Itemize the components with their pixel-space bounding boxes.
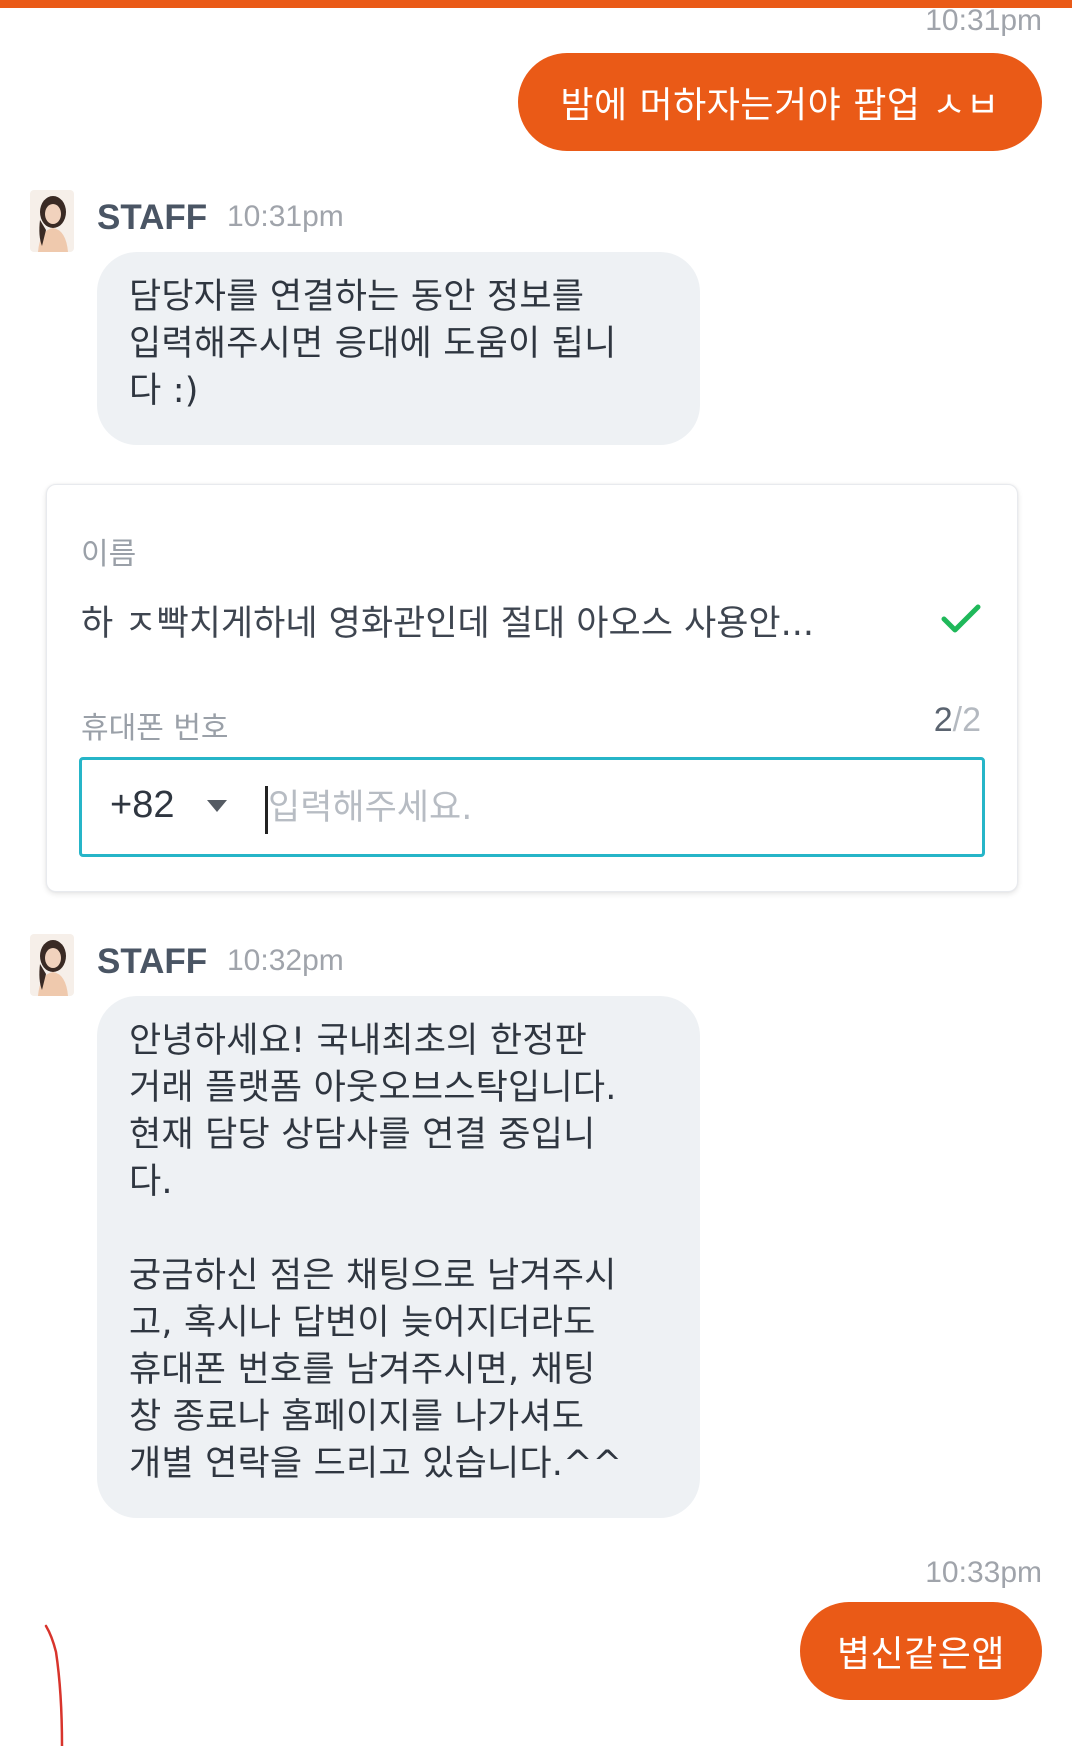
step-separator: /	[952, 701, 963, 739]
step-counter: 2/2	[934, 701, 981, 740]
message-time: 10:33pm	[925, 1556, 1042, 1589]
step-current: 2	[933, 701, 953, 739]
caret-down-icon[interactable]	[206, 798, 228, 817]
name-value[interactable]: 하 ㅈ빡치게하네 영화관인데 절대 아오스 사용안...	[81, 595, 814, 646]
staff-message-bubble: 담당자를 연결하는 동안 정보를 입력해주시면 응대에 도움이 됩니 다 :)	[97, 252, 700, 445]
staff-avatar	[30, 190, 74, 252]
name-label: 이름	[81, 537, 137, 572]
phone-label: 휴대폰 번호	[81, 711, 229, 746]
top-accent-bar	[0, 0, 1072, 8]
sender-name: STAFF	[97, 198, 208, 237]
message-time: 10:32pm	[227, 944, 344, 977]
step-total: 2	[962, 701, 981, 739]
user-message-bubble: 볍신같은앱	[800, 1602, 1042, 1700]
staff-message-bubble: 안녕하세요! 국내최초의 한정판 거래 플랫폼 아웃오브스탁입니다. 현재 담당…	[97, 996, 700, 1518]
country-code-select[interactable]: +82	[110, 784, 174, 827]
message-time: 10:31pm	[925, 4, 1042, 37]
message-time: 10:31pm	[227, 200, 344, 233]
staff-avatar	[30, 934, 74, 996]
sender-name: STAFF	[97, 942, 208, 981]
phone-input-box[interactable]: +82	[79, 757, 985, 857]
user-message-bubble: 밤에 머하자는거야 팝업 ㅅㅂ	[518, 53, 1042, 151]
phone-number-input[interactable]	[268, 778, 948, 838]
check-icon	[941, 603, 981, 639]
info-form-card: 이름 하 ㅈ빡치게하네 영화관인데 절대 아오스 사용안... 휴대폰 번호 2…	[46, 484, 1018, 892]
red-pen-mark	[44, 1624, 64, 1746]
